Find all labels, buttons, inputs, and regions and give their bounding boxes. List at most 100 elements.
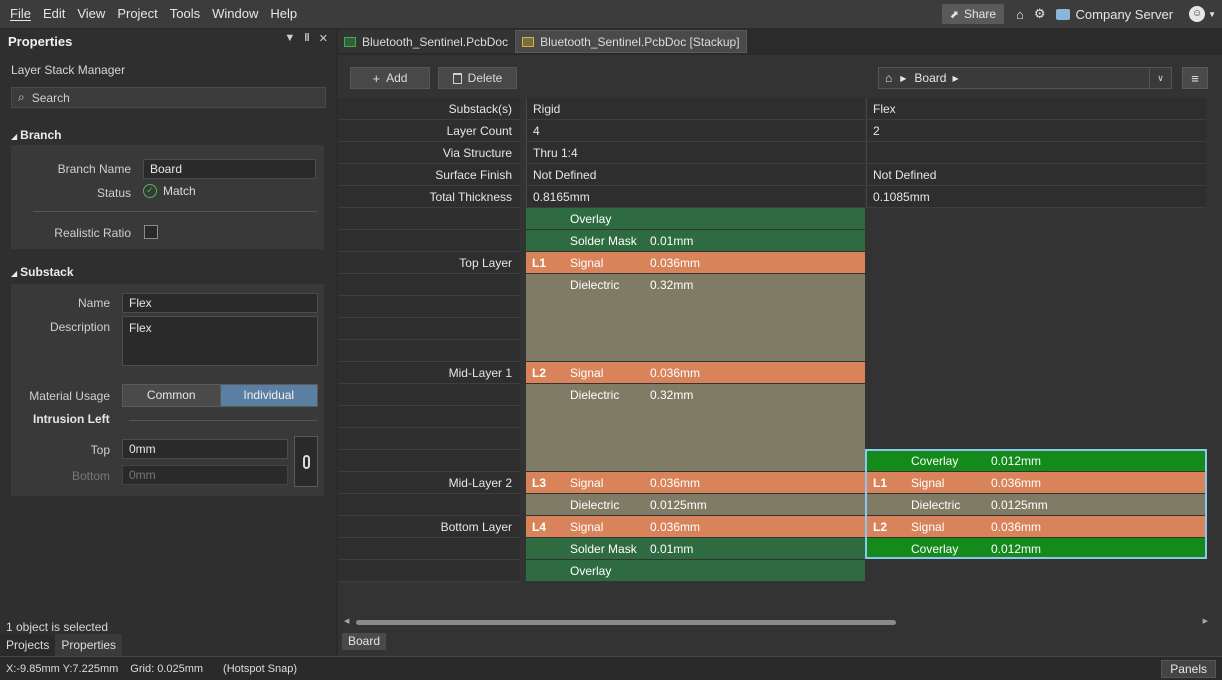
home-icon[interactable]: ⌂ xyxy=(1016,7,1024,22)
layer-type: Dielectric xyxy=(570,278,620,292)
rigid-value[interactable]: Not Defined xyxy=(526,164,865,186)
rigid-value[interactable]: Rigid xyxy=(526,98,865,120)
layer-name-cell xyxy=(338,384,520,406)
breadcrumb-dropdown-button[interactable]: ∨ xyxy=(1149,68,1171,88)
grid-readout: Grid: 0.025mm xyxy=(130,662,204,675)
hamburger-menu-button[interactable]: ≡ xyxy=(1182,67,1208,89)
selection-status: 1 object is selected xyxy=(6,620,109,634)
divider xyxy=(129,420,317,421)
realistic-ratio-checkbox[interactable] xyxy=(144,225,158,239)
row-label: Layer Count xyxy=(338,120,520,142)
row-label: Substack(s) xyxy=(338,98,520,120)
close-icon[interactable]: ✕ xyxy=(319,32,328,45)
intrusion-top-field[interactable]: 0mm xyxy=(122,439,288,459)
layer-coverlay[interactable]: Coverlay 0.012mm xyxy=(867,450,1205,471)
breadcrumb[interactable]: ⌂ ▶ Board ▶ ∨ xyxy=(878,67,1172,89)
layer-signal[interactable]: L1 Signal 0.036mm xyxy=(867,472,1205,493)
breadcrumb-arrow-icon: ▶ xyxy=(900,73,907,83)
share-button[interactable]: ⬈ Share xyxy=(941,4,1005,24)
chevron-down-icon[interactable]: ▼ xyxy=(1208,10,1216,19)
material-individual-option[interactable]: Individual xyxy=(219,385,317,406)
row-label: Via Structure xyxy=(338,142,520,164)
layer-dielectric[interactable]: Dielectric 0.32mm xyxy=(526,384,865,471)
panel-subtitle: Layer Stack Manager xyxy=(11,63,126,77)
layer-thickness: 0.012mm xyxy=(991,542,1042,556)
user-avatar-icon[interactable]: ☺ xyxy=(1189,6,1206,22)
layer-dielectric[interactable]: Dielectric 0.0125mm xyxy=(526,494,865,515)
home-icon[interactable]: ⌂ xyxy=(885,71,892,85)
menu-window[interactable]: Window xyxy=(206,0,264,28)
tab-stackup[interactable]: Bluetooth_Sentinel.PcbDoc [Stackup] xyxy=(515,30,747,53)
tab-properties[interactable]: Properties xyxy=(55,634,123,656)
flex-value[interactable]: Flex xyxy=(866,98,1206,120)
menu-project[interactable]: Project xyxy=(111,0,163,28)
tab-projects[interactable]: Projects xyxy=(0,634,56,656)
tab-pcbdoc[interactable]: Bluetooth_Sentinel.PcbDoc xyxy=(338,30,515,53)
layer-type: Overlay xyxy=(570,564,612,578)
substack-name-field[interactable]: Flex xyxy=(122,293,318,313)
scroll-left-icon[interactable]: ◀ xyxy=(344,617,349,625)
layer-thickness: 0.036mm xyxy=(991,476,1042,490)
intrusion-left-heading: Intrusion Left xyxy=(33,412,110,426)
branch-heading: Branch xyxy=(20,128,62,142)
menu-edit[interactable]: Edit xyxy=(37,0,71,28)
layer-dielectric[interactable]: Dielectric 0.32mm xyxy=(526,274,865,361)
flex-value[interactable]: Not Defined xyxy=(866,164,1206,186)
menu-view[interactable]: View xyxy=(71,0,111,28)
branch-name-field[interactable]: Board xyxy=(143,159,316,179)
menu-right-group: ⬈ Share ⌂ ⚙ Company Server ☺ ▼ xyxy=(941,0,1216,28)
flex-value[interactable] xyxy=(866,142,1206,164)
layer-name-cell xyxy=(338,230,520,252)
status-value: ✓ Match xyxy=(143,184,196,198)
breadcrumb-item[interactable]: Board xyxy=(914,71,946,85)
layer-signal[interactable]: L1 Signal 0.036mm xyxy=(526,252,865,273)
layer-overlay[interactable]: Overlay xyxy=(526,560,865,581)
check-circle-icon: ✓ xyxy=(143,184,157,198)
layer-signal[interactable]: L3 Signal 0.036mm xyxy=(526,472,865,493)
add-button[interactable]: + Add xyxy=(350,67,430,89)
realistic-ratio-label: Realistic Ratio xyxy=(54,226,131,240)
stackup-document-icon xyxy=(522,36,535,47)
menu-tools[interactable]: Tools xyxy=(164,0,206,28)
intrusion-bottom-field[interactable]: 0mm xyxy=(122,465,288,485)
server-selector[interactable]: Company Server xyxy=(1055,7,1173,22)
board-tab[interactable]: Board xyxy=(342,633,387,650)
horizontal-scrollbar[interactable]: ◀ ▶ xyxy=(344,617,1208,627)
menu-bar: File Edit View Project Tools Window Help… xyxy=(0,0,1222,28)
branch-section-header[interactable]: ◢ Branch xyxy=(11,128,62,142)
delete-button[interactable]: Delete xyxy=(438,67,517,89)
material-common-option[interactable]: Common xyxy=(123,385,220,406)
rigid-value[interactable]: Thru 1:4 xyxy=(526,142,865,164)
app-window: File Edit View Project Tools Window Help… xyxy=(0,0,1222,680)
layer-coverlay[interactable]: Coverlay 0.012mm xyxy=(867,538,1205,559)
search-icon: ⌕ xyxy=(18,90,25,104)
layer-signal[interactable]: L4 Signal 0.036mm xyxy=(526,516,865,537)
scrollbar-thumb[interactable] xyxy=(356,620,896,625)
substack-section: Name Flex Description Flex Material Usag… xyxy=(11,284,324,496)
trash-icon xyxy=(452,72,462,84)
layer-mask[interactable]: Solder Mask 0.01mm xyxy=(526,230,865,251)
layer-signal[interactable]: L2 Signal 0.036mm xyxy=(867,516,1205,537)
link-button[interactable] xyxy=(294,436,318,487)
layer-type: Signal xyxy=(911,520,945,534)
search-input[interactable]: ⌕ Search xyxy=(11,87,326,108)
layer-mask[interactable]: Solder Mask 0.01mm xyxy=(526,538,865,559)
panel-menu-icon[interactable]: ▼ xyxy=(284,32,295,45)
gear-icon[interactable]: ⚙ xyxy=(1034,6,1046,22)
panels-button[interactable]: Panels xyxy=(1161,660,1216,678)
menu-help[interactable]: Help xyxy=(264,0,303,28)
layer-thickness: 0.01mm xyxy=(650,542,694,556)
scroll-right-icon[interactable]: ▶ xyxy=(1203,617,1208,625)
description-textarea[interactable]: Flex xyxy=(122,316,318,366)
menu-file[interactable]: File xyxy=(4,0,37,28)
layer-dielectric[interactable]: Dielectric 0.0125mm xyxy=(867,494,1205,515)
row-label: Surface Finish xyxy=(338,164,520,186)
pcb-document-icon xyxy=(344,36,356,47)
pin-icon[interactable]: ‖ xyxy=(304,32,309,45)
substack-section-header[interactable]: ◢ Substack xyxy=(11,265,74,279)
layer-id: L2 xyxy=(873,520,888,534)
layer-overlay[interactable]: Overlay xyxy=(526,208,865,229)
layer-signal[interactable]: L2 Signal 0.036mm xyxy=(526,362,865,383)
layer-type: Signal xyxy=(570,476,604,490)
layer-name-label: Top Layer xyxy=(338,252,520,274)
